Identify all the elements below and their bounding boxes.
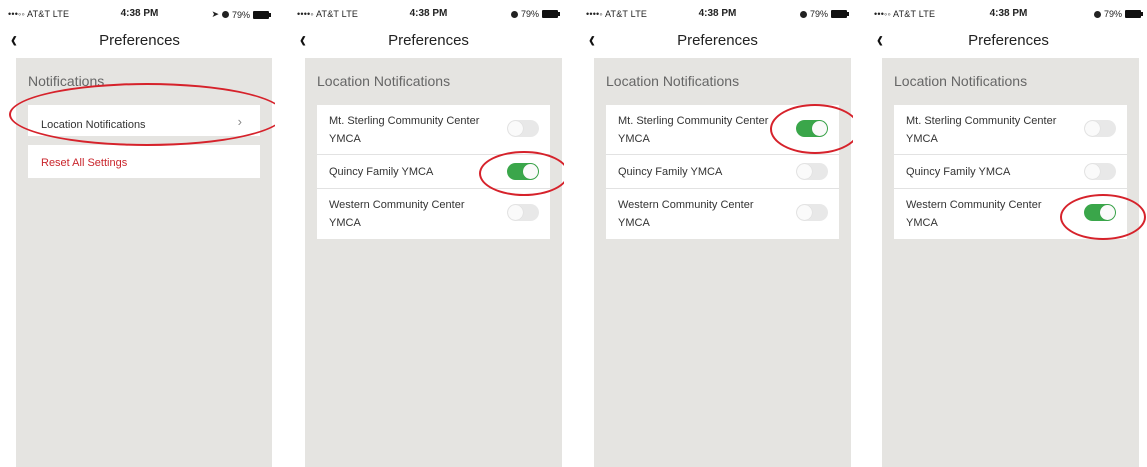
locations-card: Mt. Sterling Community Center YMCA Quinc… [606,105,839,239]
locations-card: Mt. Sterling Community Center YMCA Quinc… [894,105,1127,239]
location-row-western: Western Community Center YMCA [606,189,839,239]
nav-bar: ‹ Preferences [582,26,853,58]
location-notifications-label: Location Notifications [41,119,146,131]
nav-bar: ‹ Preferences [293,26,564,58]
status-bar: •••◦◦ AT&T LTE 4:38 PM 79% [870,0,1147,26]
battery-percent: 79% [231,9,250,20]
location-row-quincy: Quincy Family YMCA [606,155,839,189]
phone-screen-2: ••••◦ AT&T LTE 4:38 PM 79% ‹ Preferences… [293,0,564,467]
notification-toggle[interactable] [507,120,539,137]
status-right: 79% [510,9,560,19]
phone-screen-3: ••••◦ AT&T LTE 4:38 PM 79% ‹ Preferences… [582,0,853,467]
battery-icon [831,10,849,18]
notification-toggle[interactable] [507,163,539,180]
nav-bar: ‹ Preferences [870,26,1147,58]
battery-percent: 79% [520,9,539,19]
section-header: Notifications [28,73,105,89]
notification-toggle[interactable] [1084,163,1116,180]
status-bar: ••••◦ AT&T LTE 4:38 PM 79% [293,0,564,26]
battery-percent: 79% [809,9,828,19]
section-header: Location Notifications [894,73,1028,89]
status-bar: •••◦◦ AT&T LTE 4:38 PM ➤ 79% [4,0,275,26]
alarm-icon [799,10,807,18]
toggle-knob [797,164,812,179]
page-title: Preferences [677,32,758,49]
content-area: Location Notifications Mt. Sterling Comm… [594,58,851,467]
toggle-knob [523,164,538,179]
toggle-knob [812,121,827,136]
location-row-western: Western Community Center YMCA [317,189,550,239]
notification-toggle[interactable] [796,204,828,221]
nav-bar: ‹ Preferences [4,26,275,58]
toggle-knob [508,121,523,136]
location-row-mt-sterling: Mt. Sterling Community Center YMCA [894,105,1127,155]
notification-toggle[interactable] [796,120,828,137]
content-area: Location Notifications Mt. Sterling Comm… [882,58,1139,467]
battery-icon [542,10,560,18]
content-area: Notifications Location Notifications › R… [16,58,272,467]
location-row-mt-sterling: Mt. Sterling Community Center YMCA [606,105,839,155]
battery-icon [1125,10,1143,18]
alarm-icon [1093,10,1101,18]
phone-screen-1: •••◦◦ AT&T LTE 4:38 PM ➤ 79% ‹ Preferenc… [4,0,275,467]
status-right: 79% [799,9,849,19]
battery-icon [253,10,271,19]
battery-percent: 79% [1103,9,1122,19]
location-row-quincy: Quincy Family YMCA [317,155,550,189]
notification-toggle[interactable] [796,163,828,180]
location-row-mt-sterling: Mt. Sterling Community Center YMCA [317,105,550,155]
location-arrow-icon: ➤ [211,9,219,19]
toggle-knob [797,205,812,220]
notification-toggle[interactable] [1084,204,1116,221]
toggle-knob [1085,164,1100,179]
toggle-knob [1085,121,1100,136]
reset-all-settings-item[interactable]: Reset All Settings [28,145,260,178]
page-title: Preferences [388,32,469,49]
reset-card: Reset All Settings [28,145,260,178]
chevron-right-icon: › [237,114,242,129]
alarm-icon [221,11,229,18]
notification-toggle[interactable] [507,204,539,221]
toggle-knob [508,205,523,220]
status-right: 79% [1093,9,1143,19]
location-notifications-item[interactable]: Location Notifications › [28,105,260,136]
notifications-card: Location Notifications › [28,105,260,136]
location-row-quincy: Quincy Family YMCA [894,155,1127,189]
notification-toggle[interactable] [1084,120,1116,137]
section-header: Location Notifications [317,73,451,89]
reset-all-settings-label: Reset All Settings [41,157,128,169]
phone-screen-4: •••◦◦ AT&T LTE 4:38 PM 79% ‹ Preferences… [870,0,1147,467]
alarm-icon [510,10,518,18]
status-right: ➤ 79% [211,9,271,20]
page-title: Preferences [99,32,180,49]
content-area: Location Notifications Mt. Sterling Comm… [305,58,562,467]
locations-card: Mt. Sterling Community Center YMCA Quinc… [317,105,550,239]
status-bar: ••••◦ AT&T LTE 4:38 PM 79% [582,0,853,26]
location-row-western: Western Community Center YMCA [894,189,1127,239]
page-title: Preferences [968,32,1049,49]
toggle-knob [1100,205,1115,220]
section-header: Location Notifications [606,73,740,89]
